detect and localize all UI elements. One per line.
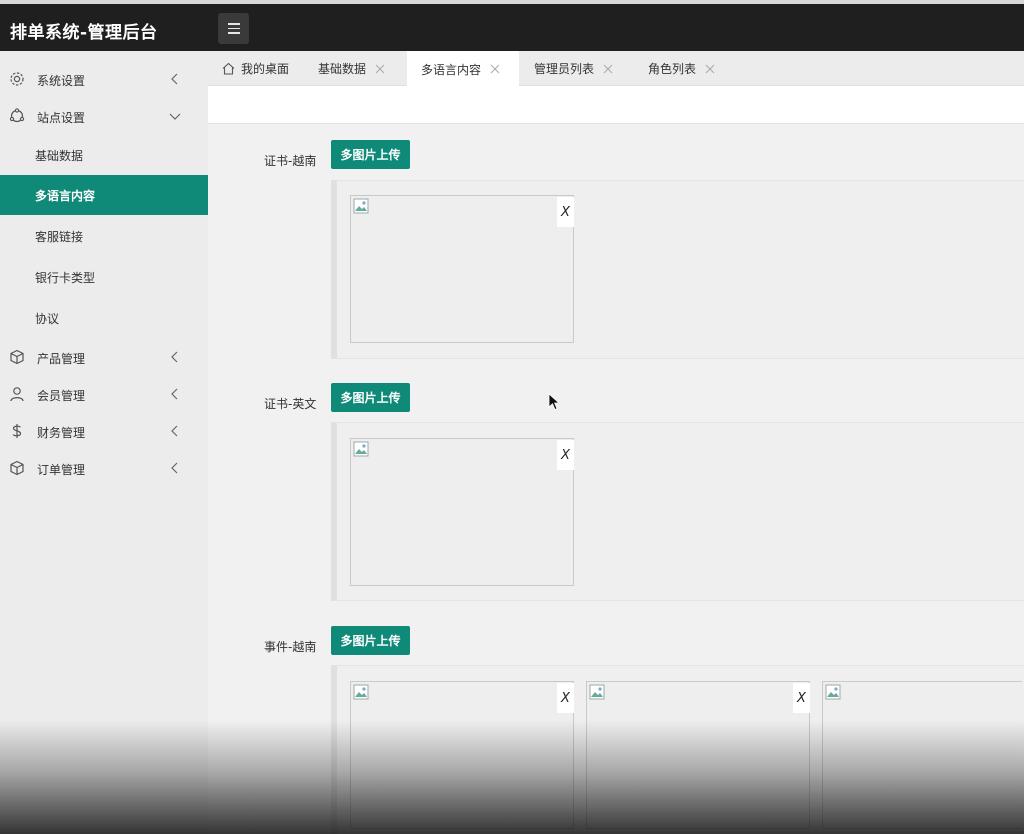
sidebar-item-site-settings[interactable]: 站点设置 — [0, 98, 208, 134]
multi-image-upload-button[interactable]: 多图片上传 — [331, 626, 410, 655]
sidebar-item-finance[interactable]: 财务管理 — [0, 413, 208, 449]
cube-icon — [10, 460, 24, 476]
tab-label: 管理员列表 — [534, 62, 595, 76]
close-icon[interactable] — [490, 64, 500, 74]
sidebar-item-label: 站点设置 — [37, 111, 86, 125]
broken-image-icon — [825, 684, 841, 700]
tab-admin-list[interactable]: 管理员列表 — [534, 51, 613, 86]
chevron-left-icon — [171, 425, 178, 437]
sidebar-item-label: 产品管理 — [37, 352, 86, 366]
field-label-certificate-english: 证书-英文 — [264, 397, 317, 411]
image-thumbnail[interactable]: X — [350, 438, 574, 586]
tab-bar: 我的桌面 基础数据 多语言内容 管理员列表 角色列表 — [208, 51, 1024, 87]
multi-image-upload-button[interactable]: 多图片上传 — [331, 383, 410, 412]
sidebar-subitem-basic-data[interactable]: 基础数据 — [0, 135, 208, 175]
home-icon — [222, 62, 235, 75]
sidebar-item-products[interactable]: 产品管理 — [0, 339, 208, 375]
sidebar-subitem-agreement[interactable]: 协议 — [0, 298, 208, 338]
image-thumbnail[interactable]: X — [350, 195, 574, 343]
broken-image-icon — [589, 684, 605, 700]
sidebar-item-system-settings[interactable]: 系统设置 — [0, 61, 208, 97]
image-thumbnail[interactable]: X — [350, 681, 574, 829]
cube-icon — [10, 349, 24, 365]
sidebar-subitem-label: 多语言内容 — [35, 189, 96, 203]
sidebar-subitem-label: 银行卡类型 — [35, 271, 96, 285]
delete-image-button[interactable]: X — [793, 683, 810, 713]
sidebar-subitem-bank-card-types[interactable]: 银行卡类型 — [0, 257, 208, 297]
sidebar-subitem-multilang-content[interactable]: 多语言内容 — [0, 175, 208, 215]
image-preview-area: X — [331, 422, 1024, 601]
user-icon — [10, 387, 24, 402]
sidebar-subitem-support-links[interactable]: 客服链接 — [0, 216, 208, 256]
image-preview-area: X — [331, 180, 1024, 359]
mouse-cursor-icon — [548, 393, 560, 411]
sidebar-item-label: 会员管理 — [37, 389, 86, 403]
broken-image-icon — [353, 198, 369, 214]
image-preview-area: X X — [331, 665, 1024, 834]
gear-icon — [10, 72, 24, 86]
content-header — [208, 86, 1024, 124]
chevron-left-icon — [171, 462, 178, 474]
delete-image-button[interactable]: X — [557, 197, 574, 227]
close-icon[interactable] — [375, 64, 385, 74]
menu-icon — [227, 23, 240, 34]
field-label-event-vietnam: 事件-越南 — [264, 640, 317, 654]
tab-label: 多语言内容 — [421, 62, 482, 77]
chevron-down-icon — [169, 113, 181, 120]
image-thumbnail[interactable]: X — [586, 681, 810, 829]
tab-role-list[interactable]: 角色列表 — [648, 51, 715, 86]
broken-image-icon — [353, 684, 369, 700]
main-content: 证书-越南 多图片上传 X 证书-英文 多图片上传 X 事件-越南 多图片上传 … — [208, 124, 1024, 834]
field-label-certificate-vietnam: 证书-越南 — [264, 154, 317, 168]
sidebar-item-label: 财务管理 — [37, 426, 86, 440]
tab-label: 我的桌面 — [241, 62, 290, 76]
sidebar-item-members[interactable]: 会员管理 — [0, 376, 208, 412]
tab-my-desktop[interactable]: 我的桌面 — [222, 51, 289, 86]
chevron-left-icon — [171, 351, 178, 363]
delete-image-button[interactable]: X — [557, 440, 574, 470]
shapes-icon — [9, 108, 25, 123]
chevron-left-icon — [171, 73, 178, 85]
sidebar-item-orders[interactable]: 订单管理 — [0, 450, 208, 486]
tab-basic-data[interactable]: 基础数据 — [318, 51, 385, 86]
tab-label: 基础数据 — [318, 62, 367, 76]
close-icon[interactable] — [705, 64, 715, 74]
chevron-left-icon — [171, 388, 178, 400]
menu-toggle-button[interactable] — [218, 13, 249, 44]
dollar-icon — [12, 424, 22, 438]
tab-label: 角色列表 — [648, 62, 697, 76]
image-thumbnail[interactable] — [822, 681, 1022, 829]
broken-image-icon — [353, 441, 369, 457]
sidebar-item-label: 订单管理 — [37, 463, 86, 477]
sidebar-subitem-label: 客服链接 — [35, 230, 84, 244]
sidebar-item-label: 系统设置 — [37, 74, 86, 88]
close-icon[interactable] — [603, 64, 613, 74]
sidebar: 系统设置 站点设置 基础数据 多语言内容 客服链接 银行卡类型 协议 产品管理 … — [0, 51, 208, 834]
tab-multilang-content[interactable]: 多语言内容 — [407, 51, 519, 87]
app-title: 排单系统-管理后台 — [10, 23, 158, 43]
multi-image-upload-button[interactable]: 多图片上传 — [331, 140, 410, 169]
sidebar-subitem-label: 协议 — [35, 312, 60, 326]
top-bar: 排单系统-管理后台 — [0, 0, 1024, 51]
sidebar-subitem-label: 基础数据 — [35, 149, 84, 163]
delete-image-button[interactable]: X — [557, 683, 574, 713]
